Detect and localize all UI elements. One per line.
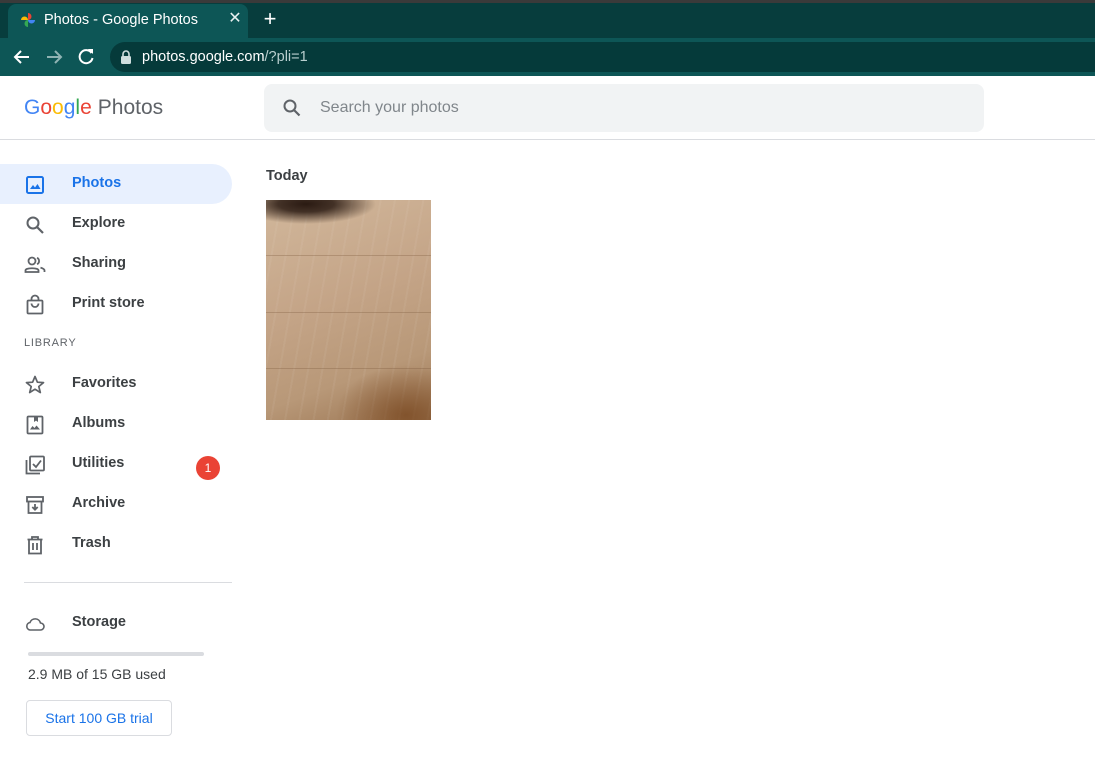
sidebar-item-label: Storage <box>72 614 126 630</box>
start-trial-button[interactable]: Start 100 GB trial <box>26 700 172 736</box>
sidebar-item-print-store[interactable]: Print store <box>0 284 232 324</box>
search-icon[interactable] <box>282 98 302 118</box>
browser-tab-bar: Photos - Google Photos ✕ + <box>0 0 1095 38</box>
utilities-badge: 1 <box>196 456 220 480</box>
sidebar-item-label: Print store <box>72 295 145 311</box>
shopping-bag-icon <box>26 294 44 315</box>
sidebar-item-label: Albums <box>72 415 126 431</box>
star-icon <box>25 375 45 394</box>
library-section-label: LIBRARY <box>24 337 77 349</box>
logo-letter: o <box>52 96 64 119</box>
sidebar-item-label: Sharing <box>72 255 126 271</box>
lock-icon <box>121 50 131 64</box>
archive-icon <box>26 496 44 514</box>
sidebar-item-albums[interactable]: Albums <box>0 404 232 444</box>
sidebar-item-archive[interactable]: Archive <box>0 484 232 524</box>
tab-title: Photos - Google Photos <box>44 12 198 28</box>
sidebar-item-label: Trash <box>72 535 111 551</box>
sidebar-item-favorites[interactable]: Favorites <box>0 364 232 404</box>
photo-icon <box>26 176 44 194</box>
forward-arrow-icon[interactable] <box>43 46 65 68</box>
logo-letter: o <box>40 96 53 119</box>
sidebar-item-explore[interactable]: Explore <box>0 204 232 244</box>
sidebar-item-utilities[interactable]: Utilities 1 <box>0 444 232 484</box>
storage-progress-bar <box>28 652 204 656</box>
sidebar-item-storage[interactable]: Storage <box>0 603 232 643</box>
logo-letter: e <box>80 96 92 119</box>
sidebar-item-photos[interactable]: Photos <box>0 164 232 204</box>
sidebar-divider <box>24 582 232 583</box>
back-arrow-icon[interactable] <box>11 46 33 68</box>
people-icon <box>24 256 46 273</box>
search-input[interactable] <box>320 96 960 120</box>
url-text: photos.google.com/?pli=1 <box>142 49 308 65</box>
storage-usage-text: 2.9 MB of 15 GB used <box>28 666 166 682</box>
sidebar-item-sharing[interactable]: Sharing <box>0 244 232 284</box>
photo-texture <box>266 255 431 256</box>
logo-letter: G <box>24 96 41 119</box>
sidebar-item-label: Favorites <box>72 375 137 391</box>
url-path: /?pli=1 <box>264 49 308 65</box>
google-photos-favicon-icon <box>21 13 35 27</box>
photo-texture <box>266 368 431 369</box>
sidebar-item-label: Explore <box>72 215 126 231</box>
utilities-icon <box>25 455 45 475</box>
browser-tab[interactable]: Photos - Google Photos ✕ <box>8 4 248 38</box>
browser-toolbar: photos.google.com/?pli=1 <box>0 38 1095 76</box>
photo-texture <box>266 312 431 313</box>
album-icon <box>26 415 44 435</box>
search-bar <box>264 84 984 132</box>
app-header: Google Photos <box>0 76 1095 140</box>
sidebar-item-label: Photos <box>72 175 122 191</box>
sidebar-item-trash[interactable]: Trash <box>0 524 232 564</box>
sidebar-item-label: Utilities <box>72 455 125 471</box>
trash-icon <box>27 536 43 555</box>
sidebar-item-label: Archive <box>72 495 126 511</box>
close-tab-icon[interactable]: ✕ <box>226 10 244 28</box>
cloud-icon <box>26 618 45 631</box>
address-bar[interactable]: photos.google.com/?pli=1 <box>110 42 1095 72</box>
date-group-header: Today <box>266 168 308 184</box>
new-tab-button[interactable]: + <box>260 8 280 30</box>
url-host: photos.google.com <box>142 49 265 65</box>
logo-letter: g <box>63 96 76 119</box>
window-top-edge <box>0 0 1095 3</box>
photo-thumbnail[interactable] <box>266 200 431 420</box>
sidebar: Photos Explore Sharing Print store LIBRA… <box>0 140 240 777</box>
google-photos-logo[interactable]: Google Photos <box>24 96 163 120</box>
search-icon <box>26 216 44 234</box>
product-name: Photos <box>97 96 164 119</box>
reload-icon[interactable] <box>75 46 97 68</box>
